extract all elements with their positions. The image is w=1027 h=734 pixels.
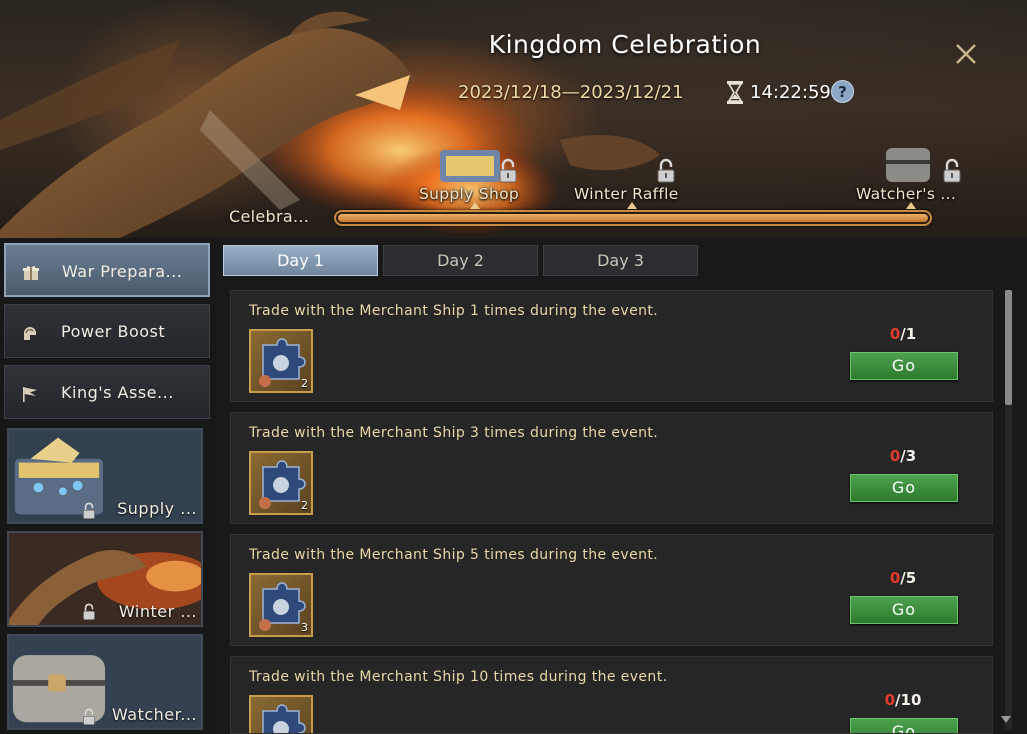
- task-progress: 0/5: [849, 569, 957, 587]
- sidebar-card-label: Watcher...: [111, 705, 197, 724]
- sidebar-card-supply-shop[interactable]: Supply ...: [7, 428, 203, 524]
- event-banner: Kingdom Celebration 2023/12/18—2023/12/2…: [0, 0, 1027, 238]
- task-progress-done: 0: [889, 569, 901, 587]
- milestone-marker: [627, 202, 637, 209]
- countdown-timer: 14:22:59: [750, 82, 831, 103]
- task-description: Trade with the Merchant Ship 1 times dur…: [249, 303, 659, 319]
- task-description: Trade with the Merchant Ship 10 times du…: [249, 669, 668, 685]
- reward-quantity: 2: [301, 377, 308, 390]
- sidebar-card-label: Supply ...: [117, 499, 197, 518]
- task-row: Trade with the Merchant Ship 1 times dur…: [230, 290, 993, 402]
- task-row: Trade with the Merchant Ship 5 times dur…: [230, 534, 993, 646]
- lock-icon: [943, 158, 961, 183]
- task-progress: 0/1: [849, 325, 957, 343]
- lock-icon: [499, 158, 517, 183]
- go-button[interactable]: Go: [850, 596, 958, 624]
- puzzle-piece-icon: [262, 704, 306, 733]
- gift-icon: [23, 266, 39, 280]
- task-progress-goal: 3: [905, 447, 917, 465]
- close-icon[interactable]: [952, 40, 980, 68]
- go-button[interactable]: Go: [850, 718, 958, 733]
- flag-icon: [23, 387, 37, 402]
- task-progress: 0/3: [849, 447, 957, 465]
- celebration-progress-fill: [338, 214, 928, 222]
- sidebar-item-label: War Prepara...: [62, 262, 183, 281]
- tab-day-1[interactable]: Day 1: [223, 245, 378, 276]
- task-progress-goal: 10: [900, 691, 922, 709]
- sidebar-item-war-preparation[interactable]: War Prepara...: [4, 243, 210, 297]
- milestone-marker: [906, 202, 916, 209]
- task-progress-done: 0: [889, 325, 901, 343]
- milestone-winter-raffle[interactable]: Winter Raffle: [574, 185, 679, 203]
- task-progress-done: 0: [884, 691, 896, 709]
- task-row: Trade with the Merchant Ship 3 times dur…: [230, 412, 993, 524]
- lock-icon: [83, 603, 95, 620]
- tab-day-3[interactable]: Day 3: [543, 245, 698, 276]
- reward-quantity: 2: [301, 499, 308, 512]
- task-progress-goal: 5: [905, 569, 917, 587]
- task-description: Trade with the Merchant Ship 3 times dur…: [249, 425, 659, 441]
- sidebar-item-label: Power Boost: [61, 322, 166, 341]
- scrollbar[interactable]: [1005, 290, 1012, 730]
- go-button[interactable]: Go: [850, 474, 958, 502]
- reward-quantity: 3: [301, 621, 308, 634]
- event-date-range: 2023/12/18—2023/12/21: [458, 82, 684, 103]
- scrollbar-thumb[interactable]: [1005, 290, 1012, 405]
- tab-day-2[interactable]: Day 2: [383, 245, 538, 276]
- sidebar-item-power-boost[interactable]: Power Boost: [4, 304, 210, 358]
- sidebar-card-winter-raffle[interactable]: Winter ...: [7, 531, 203, 627]
- reward-item[interactable]: [249, 695, 313, 733]
- event-title: Kingdom Celebration: [488, 30, 762, 59]
- sidebar-card-label: Winter ...: [118, 602, 197, 621]
- sidebar-item-label: King's Asse...: [61, 383, 174, 402]
- reward-item[interactable]: 2: [249, 329, 313, 393]
- celebration-progress-label: Celebra...: [229, 207, 310, 226]
- task-progress-goal: 1: [905, 325, 917, 343]
- celebration-progress-bar: [334, 210, 932, 226]
- sidebar: War Prepara... Power Boost King's Asse..…: [0, 238, 216, 734]
- go-button[interactable]: Go: [850, 352, 958, 380]
- lock-icon: [83, 502, 95, 519]
- sidebar-card-watchers[interactable]: Watcher...: [7, 634, 203, 730]
- milestone-supply-shop[interactable]: Supply Shop: [419, 185, 519, 203]
- lock-icon: [657, 158, 675, 183]
- task-progress: 0/10: [849, 691, 957, 709]
- hourglass-icon: [727, 81, 743, 104]
- helmet-icon: [24, 327, 36, 340]
- task-progress-done: 0: [889, 447, 901, 465]
- milestone-watchers[interactable]: Watcher's ...: [856, 185, 956, 203]
- milestone-marker: [470, 202, 480, 209]
- lock-icon: [83, 708, 95, 725]
- task-description: Trade with the Merchant Ship 5 times dur…: [249, 547, 659, 563]
- sidebar-item-kings-assembly[interactable]: King's Asse...: [4, 365, 210, 419]
- scroll-down-icon[interactable]: [1001, 716, 1011, 723]
- task-panel: Day 1 Day 2 Day 3 Trade with the Merchan…: [216, 238, 1027, 734]
- task-row: Trade with the Merchant Ship 10 times du…: [230, 656, 993, 734]
- reward-item[interactable]: 3: [249, 573, 313, 637]
- reward-item[interactable]: 2: [249, 451, 313, 515]
- help-icon[interactable]: ?: [831, 80, 854, 103]
